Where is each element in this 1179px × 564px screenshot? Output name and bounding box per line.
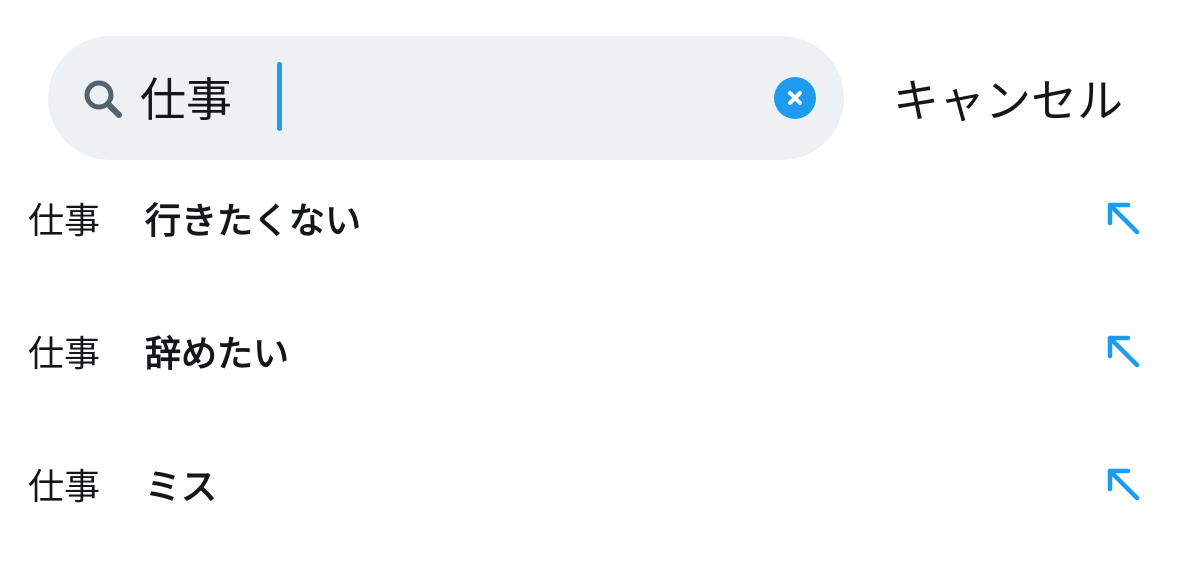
suggestion-row[interactable]: 仕事 辞めたい <box>0 285 1179 417</box>
search-icon <box>84 80 122 118</box>
suggestion-query: 仕事 <box>28 334 101 375</box>
fill-query-arrow-icon[interactable] <box>1104 332 1142 370</box>
clear-search-button[interactable] <box>774 77 816 119</box>
suggestion-completion: ミス <box>145 467 218 508</box>
suggestion-query: 仕事 <box>28 467 101 508</box>
suggestion-row[interactable]: 仕事 行きたくない <box>0 152 1179 284</box>
fill-query-arrow-icon[interactable] <box>1104 199 1142 237</box>
suggestion-completion: 辞めたい <box>145 334 290 375</box>
suggestion-query: 仕事 <box>28 201 101 242</box>
search-input[interactable]: 仕事 <box>140 68 232 132</box>
suggestion-row[interactable]: 仕事 ミス <box>0 418 1179 550</box>
clear-icon <box>788 91 802 105</box>
fill-query-arrow-icon[interactable] <box>1104 465 1142 503</box>
text-caret <box>277 62 282 131</box>
cancel-button[interactable]: キャンセル <box>893 70 1123 132</box>
suggestion-completion: 行きたくない <box>145 201 362 242</box>
